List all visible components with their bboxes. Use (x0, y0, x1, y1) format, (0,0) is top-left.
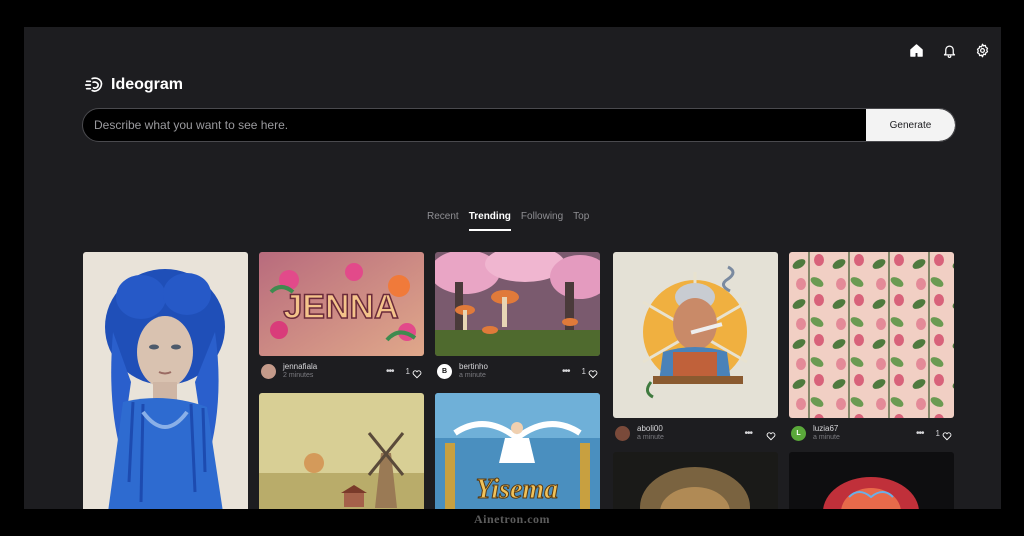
avatar[interactable] (615, 425, 630, 441)
image-jenna[interactable]: JENNA (259, 252, 424, 356)
tab-recent[interactable]: Recent (427, 211, 459, 231)
gallery-column-2: JENNA jennafiala 2 minutes ••• 1 (259, 252, 424, 509)
heart-icon[interactable] (412, 366, 422, 379)
top-toolbar (907, 41, 991, 59)
app-window: Ideogram Generate Recent Trending Follow… (24, 27, 1001, 509)
like-count: 1 (581, 366, 586, 376)
jenna-image-text: JENNA (283, 288, 398, 326)
gear-icon[interactable] (973, 41, 991, 59)
bell-icon[interactable] (940, 41, 958, 59)
card-meta: jennafiala 2 minutes ••• 1 (259, 356, 424, 386)
gallery-column-5: L luzia67 a minute ••• 1 (789, 252, 954, 509)
prompt-input[interactable] (83, 109, 866, 141)
avatar[interactable]: L (791, 425, 806, 441)
timestamp: 2 minutes (283, 372, 314, 379)
gallery-column-3: B bertinho a minute ••• 1 Yisema (435, 252, 600, 509)
avatar[interactable] (261, 363, 276, 379)
heart-icon[interactable] (766, 428, 776, 441)
avatar[interactable]: B (437, 363, 452, 379)
search-bar: Generate (82, 108, 956, 142)
home-icon[interactable] (907, 41, 925, 59)
image-yisema[interactable]: Yisema (435, 393, 600, 509)
image-floral-pattern[interactable] (789, 252, 954, 418)
more-options-icon[interactable]: ••• (916, 428, 924, 439)
generate-button[interactable]: Generate (866, 109, 955, 141)
image-mushroom-forest[interactable] (435, 252, 600, 356)
like-count: 1 (405, 366, 410, 376)
timestamp: a minute (459, 372, 486, 379)
more-options-icon[interactable]: ••• (562, 366, 570, 377)
gallery-column-1 (83, 252, 248, 509)
image-glowing-brain[interactable] (789, 452, 954, 509)
username[interactable]: luzia67 (813, 424, 916, 433)
timestamp: a minute (637, 434, 664, 441)
card-meta: aboli00 a minute ••• (613, 418, 778, 448)
username[interactable]: aboli00 (637, 424, 744, 433)
image-hooded-figure[interactable] (613, 452, 778, 509)
like-count: 1 (935, 428, 940, 438)
more-options-icon[interactable]: ••• (386, 366, 394, 377)
username[interactable]: jennafiala (283, 362, 386, 371)
image-blue-hair-portrait[interactable] (83, 252, 248, 509)
timestamp: a minute (813, 434, 840, 441)
gallery-column-4: aboli00 a minute ••• (613, 252, 778, 509)
image-old-man-smoking[interactable] (613, 252, 778, 418)
image-windmill[interactable] (259, 393, 424, 509)
tab-trending[interactable]: Trending (468, 211, 511, 231)
username[interactable]: bertinho (459, 362, 562, 371)
watermark: Ainetron.com (473, 512, 551, 526)
more-options-icon[interactable]: ••• (744, 428, 752, 439)
ideogram-logo-icon (84, 77, 103, 92)
card-meta: L luzia67 a minute ••• 1 (789, 418, 954, 448)
card-meta: B bertinho a minute ••• 1 (435, 356, 600, 386)
logo-text: Ideogram (111, 76, 184, 93)
tab-following[interactable]: Following (521, 211, 563, 231)
yisema-image-text: Yisema (476, 474, 558, 505)
heart-icon[interactable] (942, 428, 952, 441)
heart-icon[interactable] (588, 366, 598, 379)
feed-tabs: Recent Trending Following Top (427, 211, 589, 231)
logo[interactable]: Ideogram (83, 74, 183, 96)
tab-top[interactable]: Top (573, 211, 589, 231)
